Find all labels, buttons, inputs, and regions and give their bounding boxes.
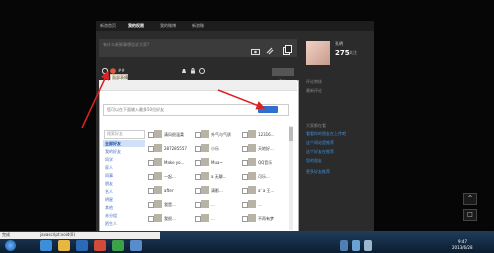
more-link[interactable]: 更多好友推荐 (306, 170, 330, 174)
status-text: 完成 (2, 232, 10, 237)
right-line[interactable]: 评论审核 (306, 80, 322, 84)
right-link[interactable]: 看看你的朋友在上传吧 (306, 132, 346, 136)
avatar[interactable] (306, 41, 330, 65)
right-link[interactable]: 这个网站是推荐 (306, 141, 334, 145)
app-icon[interactable] (94, 240, 106, 251)
right-link[interactable]: 这个好友在推荐 (306, 150, 334, 154)
media-icon[interactable] (76, 240, 88, 251)
profile-stat-label: 关注 (349, 50, 357, 55)
arrow-to-at-icon (81, 70, 109, 129)
status-url: javascript:void(0) (40, 232, 76, 237)
folder-icon[interactable] (58, 240, 70, 251)
clock-date[interactable]: 2013/6/28 (452, 246, 473, 250)
app-icon[interactable] (130, 240, 142, 251)
annotation-arrows (81, 70, 266, 129)
profile-name[interactable]: 孔明 (335, 42, 343, 46)
tray-icon[interactable] (352, 240, 360, 251)
start-button[interactable] (5, 240, 16, 251)
browser-status-bar: 完成 javascript:void(0) (0, 232, 160, 239)
profile-stat-number: 275 (335, 49, 350, 57)
tray-icon[interactable] (340, 240, 348, 251)
right-link[interactable]: 您的朋友 (306, 159, 322, 163)
arrow-to-ok-button (217, 89, 266, 110)
clock-time[interactable]: 9:47 (458, 240, 467, 244)
tray-icon[interactable] (364, 240, 372, 251)
right-line[interactable]: 最新评论 (306, 89, 322, 93)
ie-icon[interactable] (40, 240, 52, 251)
chevron-up-icon[interactable]: ^ (463, 193, 477, 205)
square-icon[interactable]: □ (463, 209, 477, 221)
app-icon[interactable] (112, 240, 124, 251)
section-title: 大家都在看 (306, 123, 326, 128)
